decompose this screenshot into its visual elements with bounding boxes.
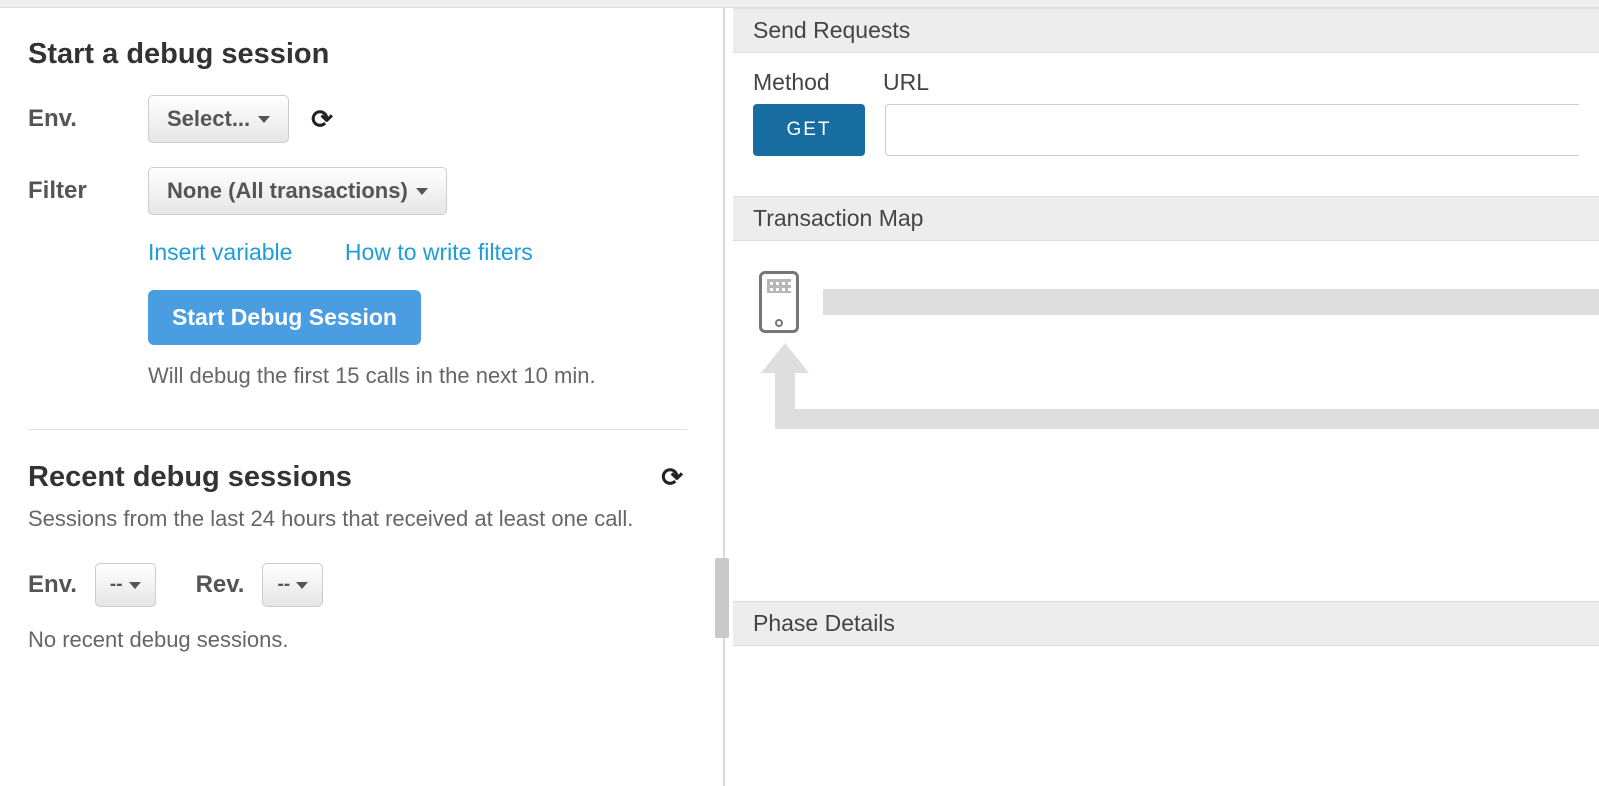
start-session-title: Start a debug session <box>28 38 687 71</box>
caret-down-icon <box>416 188 428 195</box>
send-labels-row: Method URL <box>753 69 1579 96</box>
panel-divider[interactable] <box>715 8 733 786</box>
recent-rev-dropdown[interactable]: -- <box>262 563 323 607</box>
recent-env-value: -- <box>110 574 123 596</box>
debug-hint-text: Will debug the first 15 calls in the nex… <box>148 363 687 389</box>
recent-rev-label: Rev. <box>196 571 245 599</box>
how-to-write-filters-link[interactable]: How to write filters <box>345 239 533 265</box>
arrow-bend <box>775 409 1599 429</box>
filter-label: Filter <box>28 177 148 205</box>
main-container: Start a debug session Env. Select... ⟳ F… <box>0 8 1599 786</box>
phone-icon <box>759 271 799 333</box>
phase-details-body <box>733 646 1599 786</box>
recent-env-label: Env. <box>28 571 77 599</box>
filter-links: Insert variable How to write filters <box>148 239 687 266</box>
start-row: Start Debug Session <box>148 290 687 345</box>
http-method-button[interactable]: GET <box>753 104 865 156</box>
top-border <box>0 0 1599 8</box>
caret-down-icon <box>258 116 270 123</box>
send-controls-row: GET <box>753 104 1579 156</box>
send-requests-header: Send Requests <box>733 8 1599 53</box>
env-label: Env. <box>28 105 148 133</box>
refresh-icon: ⟳ <box>311 106 333 132</box>
send-requests-body: Method URL GET <box>733 53 1599 196</box>
recent-sessions-title: Recent debug sessions <box>28 461 352 494</box>
transaction-map-body <box>733 241 1599 601</box>
refresh-icon: ⟳ <box>661 464 683 490</box>
divider-line <box>723 8 725 786</box>
recent-sessions-description: Sessions from the last 24 hours that rec… <box>28 502 648 535</box>
filter-row: Filter None (All transactions) <box>28 167 687 215</box>
phase-details-header: Phase Details <box>733 601 1599 646</box>
env-select-value: Select... <box>167 106 250 132</box>
recent-empty-message: No recent debug sessions. <box>28 627 687 653</box>
drag-handle[interactable] <box>715 558 729 638</box>
env-refresh-button[interactable]: ⟳ <box>307 102 337 136</box>
arrow-up-icon <box>761 343 809 373</box>
right-panel: Send Requests Method URL GET Transaction… <box>733 8 1599 786</box>
caret-down-icon <box>129 582 141 589</box>
recent-filter-row: Env. -- Rev. -- <box>28 563 687 607</box>
start-debug-session-button[interactable]: Start Debug Session <box>148 290 421 345</box>
env-select-dropdown[interactable]: Select... <box>148 95 289 143</box>
recent-sessions-header: Recent debug sessions ⟳ <box>28 460 687 494</box>
recent-env-dropdown[interactable]: -- <box>95 563 156 607</box>
url-label: URL <box>883 69 929 96</box>
recent-rev-value: -- <box>277 574 290 596</box>
transaction-map-bar <box>823 289 1599 315</box>
recent-refresh-button[interactable]: ⟳ <box>657 460 687 494</box>
left-panel: Start a debug session Env. Select... ⟳ F… <box>0 8 715 786</box>
insert-variable-link[interactable]: Insert variable <box>148 239 292 265</box>
env-controls: Select... ⟳ <box>148 95 337 143</box>
recent-rev-group: Rev. -- <box>196 563 324 607</box>
filter-select-dropdown[interactable]: None (All transactions) <box>148 167 447 215</box>
transaction-map-header: Transaction Map <box>733 196 1599 241</box>
method-label: Method <box>753 69 883 96</box>
recent-env-group: Env. -- <box>28 563 156 607</box>
filter-controls: None (All transactions) <box>148 167 447 215</box>
url-input[interactable] <box>885 104 1579 156</box>
caret-down-icon <box>296 582 308 589</box>
section-divider <box>28 429 687 430</box>
env-row: Env. Select... ⟳ <box>28 95 687 143</box>
filter-select-value: None (All transactions) <box>167 178 408 204</box>
